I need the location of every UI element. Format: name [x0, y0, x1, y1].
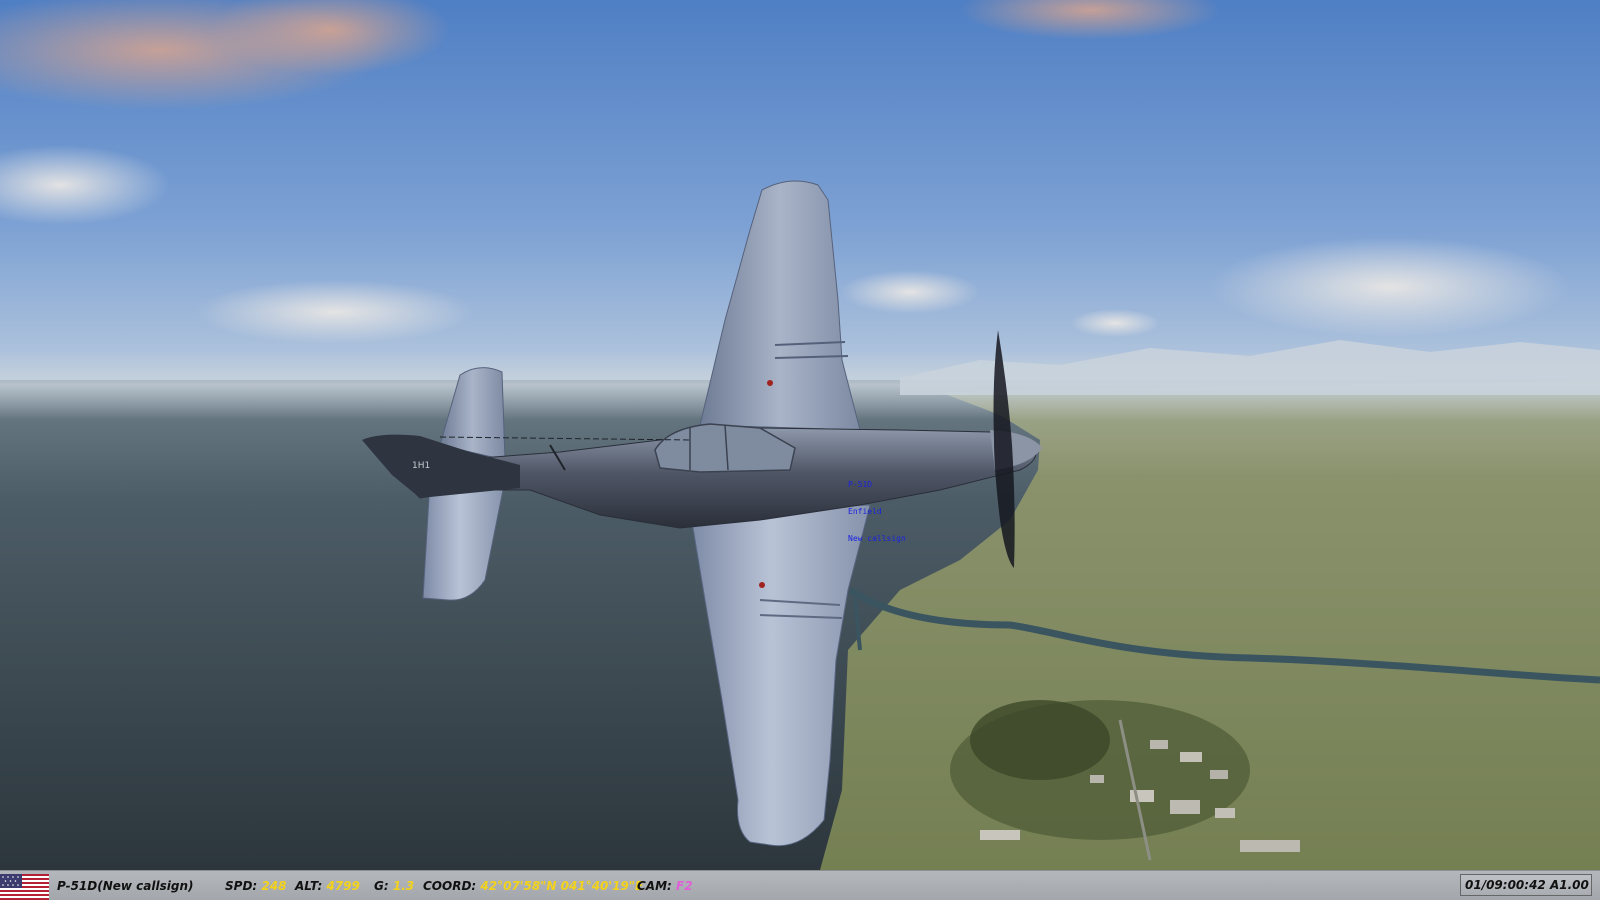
status-bar: P-51D(New callsign) SPD: 248 ALT: 4799 G…	[0, 870, 1600, 900]
mission-clock: 01/09:00:42 A1.00	[1460, 874, 1592, 896]
hud-g-label: G:	[374, 879, 389, 893]
hud-coordinates: COORD: 42°07'58"N 041°40'19"E	[423, 879, 643, 893]
hud-g-value: 1.3	[392, 879, 415, 893]
hud-altitude: ALT: 4799	[295, 879, 360, 893]
unit-label-callsign: New callsign	[848, 534, 906, 543]
hud-g-force: G: 1.3	[374, 879, 414, 893]
unit-label-type: P-51D	[848, 480, 873, 489]
game-viewport: 1H1	[0, 0, 1600, 870]
unit-label-group: Enfield	[848, 507, 882, 516]
hud-speed-label: SPD:	[225, 879, 258, 893]
hud-coord-label: COORD:	[423, 879, 477, 893]
hud-altitude-label: ALT:	[295, 879, 323, 893]
aircraft-marking: 1H1	[412, 461, 430, 471]
hud-camera-value: F2	[676, 879, 693, 893]
hud-camera: CAM: F2	[637, 879, 693, 893]
hud-camera-label: CAM:	[637, 879, 672, 893]
hud-speed-value: 248	[261, 879, 287, 893]
hud-speed: SPD: 248	[225, 879, 286, 893]
hud-altitude-value: 4799	[326, 879, 360, 893]
unit-label: P-51D Enfield New callsign	[848, 462, 906, 552]
hud-unit: P-51D(New callsign)	[57, 879, 194, 893]
hud-coord-value: 42°07'58"N 041°40'19"E	[480, 879, 644, 893]
us-flag-icon	[0, 874, 49, 900]
